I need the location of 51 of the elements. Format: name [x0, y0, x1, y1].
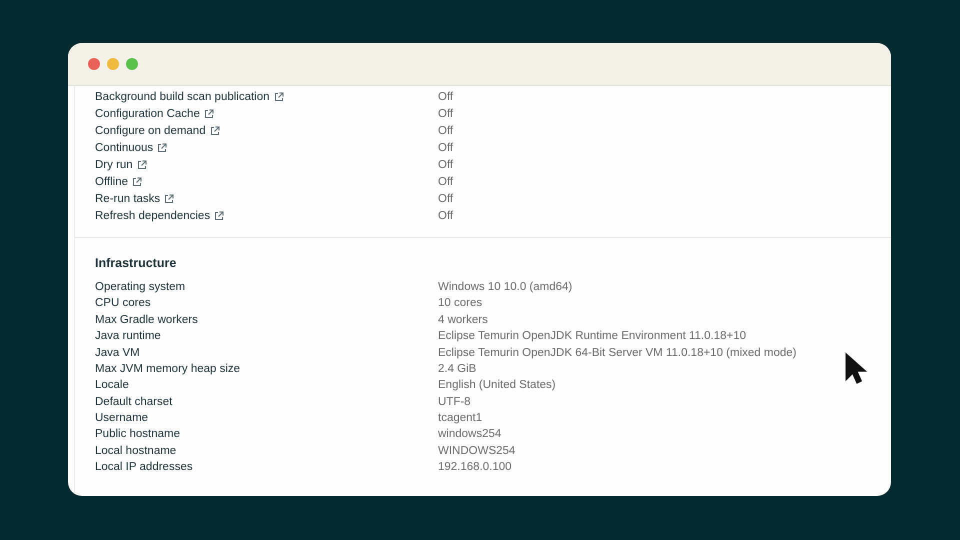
setting-link[interactable]: Dry run [95, 158, 133, 171]
setting-link[interactable]: Offline [95, 176, 128, 188]
setting-link[interactable]: Configure on demand [95, 124, 206, 137]
external-link-icon[interactable] [274, 92, 284, 102]
property-value: Off [438, 158, 454, 171]
property-value: Off [438, 90, 454, 103]
external-link-icon[interactable] [210, 126, 220, 136]
property-value: Eclipse Temurin OpenJDK 64-Bit Server VM 11.0.18+10 (mixed mode) [438, 346, 796, 358]
property-value: 192.168.0.100 [438, 461, 512, 474]
property-value: Off [438, 108, 454, 120]
property-label: Max Gradle workers [95, 314, 198, 326]
external-link-icon[interactable] [136, 160, 147, 170]
external-link-icon[interactable] [157, 142, 168, 153]
property-value: windows254 [438, 428, 502, 440]
property-label: Operating system [95, 280, 186, 293]
property-label: Local IP addresses [95, 461, 193, 474]
setting-link[interactable]: Refresh dependencies [95, 210, 210, 222]
property-value: Off [438, 210, 454, 222]
property-label: Public hostname [95, 428, 180, 440]
cursor-icon [845, 352, 869, 386]
property-value: UTF-8 [438, 396, 471, 408]
property-value: tcagent1 [438, 412, 482, 424]
property-value: 2.4 GiB [438, 362, 476, 375]
property-value: English (United States) [438, 379, 556, 392]
property-value: Windows 10 10.0 (amd64) [438, 280, 572, 293]
property-label: CPU cores [95, 297, 151, 310]
setting-link[interactable]: Continuous [95, 142, 154, 154]
property-value: Eclipse Temurin OpenJDK Runtime Environment 11.0.18+10 [438, 330, 746, 342]
property-label: Max JVM memory heap size [95, 362, 240, 375]
property-value: Off [438, 142, 454, 154]
setting-link[interactable]: Re-run tasks [95, 193, 160, 206]
external-link-icon[interactable] [214, 211, 224, 222]
external-link-icon[interactable] [164, 194, 174, 204]
property-value: Off [438, 193, 454, 206]
property-label: Local hostname [95, 444, 176, 457]
external-link-icon[interactable] [204, 108, 214, 119]
property-value: WINDOWS254 [438, 444, 516, 457]
setting-link[interactable]: Background build scan publication [95, 90, 270, 103]
section-heading: Infrastructure [95, 256, 178, 270]
setting-link[interactable]: Configuration Cache [95, 108, 200, 120]
property-label: Username [95, 412, 148, 424]
property-value: 10 cores [438, 297, 482, 310]
property-value: Off [438, 176, 454, 188]
property-label: Java runtime [95, 330, 161, 342]
property-label: Locale [95, 379, 129, 392]
property-value: 4 workers [438, 314, 488, 326]
property-label: Java VM [95, 346, 140, 358]
close-button[interactable] [88, 58, 100, 70]
property-value: Off [438, 124, 454, 137]
external-link-icon[interactable] [132, 177, 142, 188]
property-label: Default charset [95, 396, 172, 408]
